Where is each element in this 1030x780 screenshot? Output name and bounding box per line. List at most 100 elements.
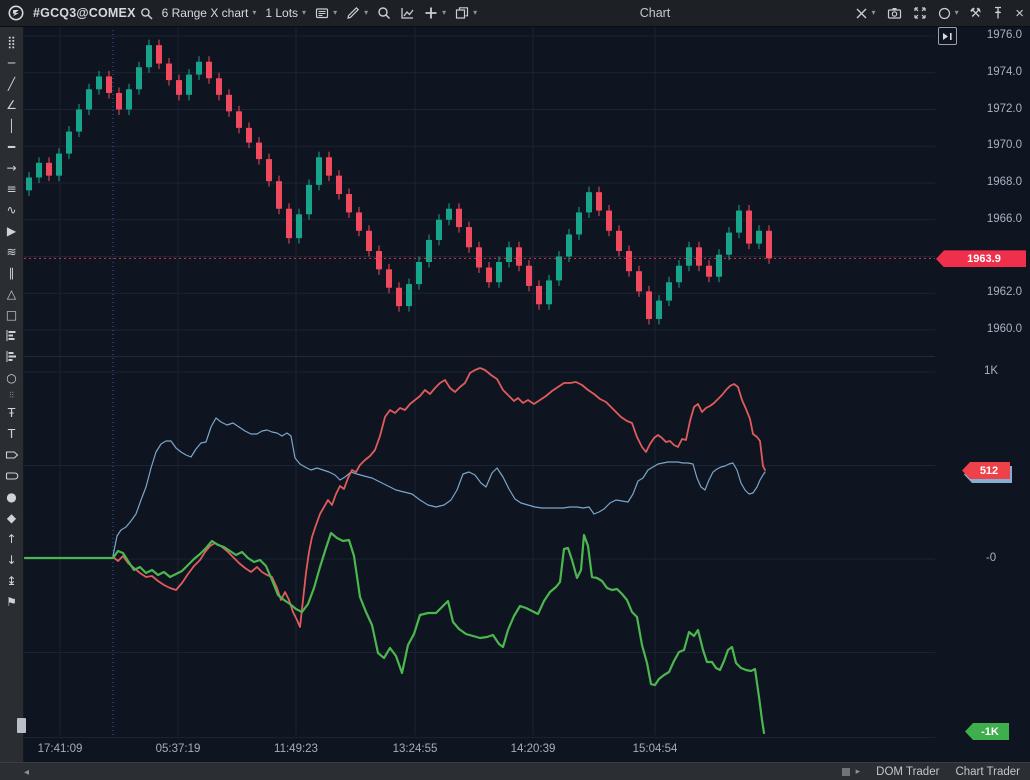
chart-plot[interactable]: [24, 26, 935, 737]
circle-icon: [938, 7, 951, 20]
pencil-icon: [346, 6, 360, 20]
candle: [676, 266, 682, 283]
symbol-selector[interactable]: #GCQ3@COMEX: [33, 6, 153, 20]
angle-tool-icon[interactable]: ∠: [0, 94, 24, 115]
plus-icon: [424, 6, 438, 20]
tab-chart-trader[interactable]: Chart Trader: [955, 766, 1020, 778]
indicator-tick-label: -0: [963, 552, 1019, 564]
toolbar-scroll-handle[interactable]: [17, 718, 26, 733]
ray-tool-icon[interactable]: ━: [0, 136, 24, 157]
vertical-line-tool-icon[interactable]: │: [0, 115, 24, 136]
text-tool-icon[interactable]: T: [0, 423, 24, 444]
pin-icon[interactable]: [992, 6, 1004, 20]
app-logo-icon[interactable]: [8, 5, 24, 21]
draw-button[interactable]: ▾: [346, 6, 368, 20]
templates-button[interactable]: ▾: [455, 6, 477, 20]
horizontal-line-tool-icon[interactable]: ─: [0, 52, 24, 73]
dot-marker-tool-icon[interactable]: ●: [0, 486, 24, 507]
candle: [56, 154, 62, 176]
candle: [116, 93, 122, 110]
candle: [596, 192, 602, 210]
ellipse-tool-icon[interactable]: ○: [0, 367, 24, 388]
candle: [296, 214, 302, 238]
add-indicator-button[interactable]: ▾: [424, 6, 446, 20]
fullscreen-icon[interactable]: [913, 6, 927, 20]
note-label-tool-icon[interactable]: [0, 465, 24, 486]
indicator-tick-label: 1K: [963, 365, 1019, 377]
candle: [446, 209, 452, 220]
time-tick-label: 05:37:19: [156, 743, 201, 755]
polyline-tool-icon[interactable]: ∿: [0, 199, 24, 220]
time-axis[interactable]: 17:41:0905:37:1911:49:2313:24:5514:20:39…: [24, 737, 935, 763]
price-label-tool-icon[interactable]: [0, 444, 24, 465]
candle: [586, 192, 592, 212]
chevron-down-icon: ▾: [302, 9, 306, 17]
price-tick-label: 1960.0: [952, 323, 1022, 335]
panel-view-button[interactable]: ▾: [315, 6, 337, 20]
collapse-left-icon[interactable]: ◂: [24, 767, 29, 778]
candle: [216, 78, 222, 95]
candle: [176, 80, 182, 95]
cursor-texture-icon[interactable]: ⣿: [0, 31, 24, 52]
arrow-down-marker-tool-icon[interactable]: ↓: [0, 549, 24, 570]
candle: [356, 212, 362, 230]
theme-selector[interactable]: ▾: [938, 7, 959, 20]
price-tick-label: 1968.0: [952, 176, 1022, 188]
arrow-up-marker-tool-icon[interactable]: ↑: [0, 528, 24, 549]
candle: [516, 247, 522, 265]
settings-tools-icon[interactable]: ⚒: [970, 6, 982, 21]
lots-selector[interactable]: 1 Lots ▾: [265, 6, 306, 20]
panel-toggle[interactable]: ▸: [842, 767, 861, 777]
price-tick-label: 1976.0: [952, 29, 1022, 41]
time-tick-label: 13:24:55: [393, 743, 438, 755]
camera-icon[interactable]: [887, 6, 902, 20]
aggregation-selector[interactable]: 6 Range X chart ▾: [162, 6, 257, 20]
candle: [746, 211, 752, 244]
volume-bars-tool-icon[interactable]: [0, 325, 24, 346]
rectangle-tool-icon[interactable]: □: [0, 304, 24, 325]
triangle-tool-icon[interactable]: △: [0, 283, 24, 304]
expand-right-icon: ▸: [856, 767, 861, 777]
candle: [666, 282, 672, 300]
flag-marker-tool-icon[interactable]: ⚑: [0, 591, 24, 612]
candle: [566, 234, 572, 256]
tools-divider-icon: ⠿: [0, 388, 24, 402]
volume-bars2-tool-icon[interactable]: [0, 346, 24, 367]
channel-tool-icon[interactable]: ∥: [0, 262, 24, 283]
candles: [26, 40, 772, 325]
price-tick-label: 1962.0: [952, 286, 1022, 298]
fibonacci-tool-icon[interactable]: ≋: [0, 241, 24, 262]
candle: [656, 301, 662, 319]
candle: [96, 76, 102, 89]
chart-style-button[interactable]: [400, 6, 415, 20]
close-icon[interactable]: ×: [1015, 5, 1024, 22]
candle: [66, 132, 72, 154]
candle: [266, 159, 272, 181]
candle: [386, 269, 392, 287]
anchored-text-tool-icon[interactable]: Ŧ: [0, 402, 24, 423]
chevron-down-icon: ▾: [364, 9, 368, 17]
layers-icon: [455, 6, 469, 20]
candle: [416, 262, 422, 284]
candle: [706, 266, 712, 277]
candle: [496, 262, 502, 282]
parallel-lines-tool-icon[interactable]: ≡: [0, 178, 24, 199]
tab-dom-trader[interactable]: DOM Trader: [876, 766, 939, 778]
candle: [436, 220, 442, 240]
arrow-tool-icon[interactable]: →: [0, 157, 24, 178]
volume-profile-tool-icon[interactable]: ↨: [0, 570, 24, 591]
candle: [526, 266, 532, 286]
chevron-down-icon: ▾: [442, 9, 446, 17]
marker-arrow-tool-icon[interactable]: ▶: [0, 220, 24, 241]
zoom-button[interactable]: [377, 6, 391, 20]
window-title: Chart: [640, 0, 671, 26]
price-axis[interactable]: 1976.01974.01972.01970.01968.01966.01962…: [935, 26, 1030, 737]
candle: [646, 291, 652, 319]
candle: [366, 231, 372, 251]
crosshair-trade-button[interactable]: ▾: [855, 7, 876, 20]
diamond-marker-tool-icon[interactable]: ◆: [0, 507, 24, 528]
cumulative-blue-line: [113, 418, 765, 556]
trend-line-tool-icon[interactable]: ╱: [0, 73, 24, 94]
price-tick-label: 1972.0: [952, 103, 1022, 115]
time-tick-label: 15:04:54: [633, 743, 678, 755]
